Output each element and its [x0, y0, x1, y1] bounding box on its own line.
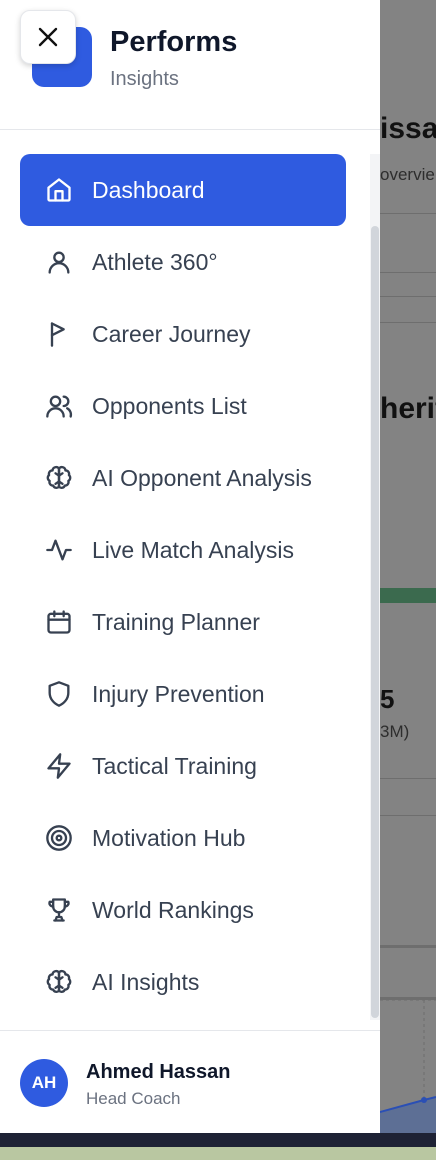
bg-divider	[380, 945, 436, 948]
avatar: AH	[20, 1059, 68, 1107]
brand-subtitle: Insights	[110, 68, 179, 90]
bg-taskbar-strip	[0, 1147, 436, 1160]
user-name: Ahmed Hassan	[86, 1061, 231, 1083]
activity-icon	[44, 535, 74, 565]
shield-icon	[44, 679, 74, 709]
calendar-icon	[44, 607, 74, 637]
zap-icon	[44, 751, 74, 781]
flag-icon	[44, 319, 74, 349]
sidebar-item-injury-prevention[interactable]: Injury Prevention	[20, 658, 346, 730]
sidebar-item-dashboard[interactable]: Dashboard	[20, 154, 346, 226]
sidebar-item-label: Dashboard	[92, 176, 205, 203]
sidebar-item-ai-insights[interactable]: AI Insights	[20, 946, 346, 1018]
sidebar: Performs Insights Dashboard Athlete 360°…	[0, 0, 380, 1133]
sidebar-item-label: Opponents List	[92, 392, 247, 419]
sidebar-item-career-journey[interactable]: Career Journey	[20, 298, 346, 370]
sidebar-scrollbar-thumb[interactable]	[371, 226, 379, 1018]
brain-icon	[44, 463, 74, 493]
bg-green-bar	[380, 588, 436, 603]
close-sidebar-button[interactable]	[20, 10, 76, 64]
brand-title: Performs	[110, 26, 238, 58]
home-icon	[44, 175, 74, 205]
trophy-icon	[44, 895, 74, 925]
sidebar-item-training-planner[interactable]: Training Planner	[20, 586, 346, 658]
bg-divider	[380, 322, 436, 323]
bg-page-title: issa	[380, 112, 436, 145]
sidebar-item-ai-opponent-analysis[interactable]: AI Opponent Analysis	[20, 442, 346, 514]
close-icon	[38, 27, 58, 47]
bg-page-subtitle: overvie	[380, 165, 435, 184]
brain-icon	[44, 967, 74, 997]
bg-divider	[380, 778, 436, 779]
sidebar-item-label: Athlete 360°	[92, 248, 218, 275]
bg-stat-note: 3M)	[380, 722, 410, 741]
sidebar-item-label: World Rankings	[92, 896, 254, 923]
sidebar-item-motivation-hub[interactable]: Motivation Hub	[20, 802, 346, 874]
sidebar-item-label: Career Journey	[92, 320, 251, 347]
sidebar-item-live-match-analysis[interactable]: Live Match Analysis	[20, 514, 346, 586]
users-icon	[44, 391, 74, 421]
bg-chart	[380, 1000, 436, 1133]
bg-divider	[380, 272, 436, 273]
bg-divider	[380, 815, 436, 816]
user-role: Head Coach	[86, 1089, 181, 1108]
sidebar-item-world-rankings[interactable]: World Rankings	[20, 874, 346, 946]
sidebar-item-label: Training Planner	[92, 608, 260, 635]
sidebar-item-label: AI Opponent Analysis	[92, 464, 312, 491]
sidebar-item-label: AI Insights	[92, 968, 200, 995]
sidebar-item-label: Motivation Hub	[92, 824, 246, 851]
sidebar-item-label: Tactical Training	[92, 752, 257, 779]
sidebar-item-label: Injury Prevention	[92, 680, 265, 707]
sidebar-item-athlete-360[interactable]: Athlete 360°	[20, 226, 346, 298]
target-icon	[44, 823, 74, 853]
bg-card-title: herif	[380, 392, 436, 425]
user-profile[interactable]: AH Ahmed Hassan Head Coach	[0, 1030, 380, 1133]
bg-stat-value: 5	[380, 684, 395, 714]
bg-divider	[380, 213, 436, 214]
sidebar-item-opponents-list[interactable]: Opponents List	[20, 370, 346, 442]
bg-divider	[380, 296, 436, 297]
sidebar-nav: Dashboard Athlete 360° Career Journey Op…	[20, 154, 346, 1018]
user-icon	[44, 247, 74, 277]
sidebar-item-label: Live Match Analysis	[92, 536, 294, 563]
sidebar-item-tactical-training[interactable]: Tactical Training	[20, 730, 346, 802]
